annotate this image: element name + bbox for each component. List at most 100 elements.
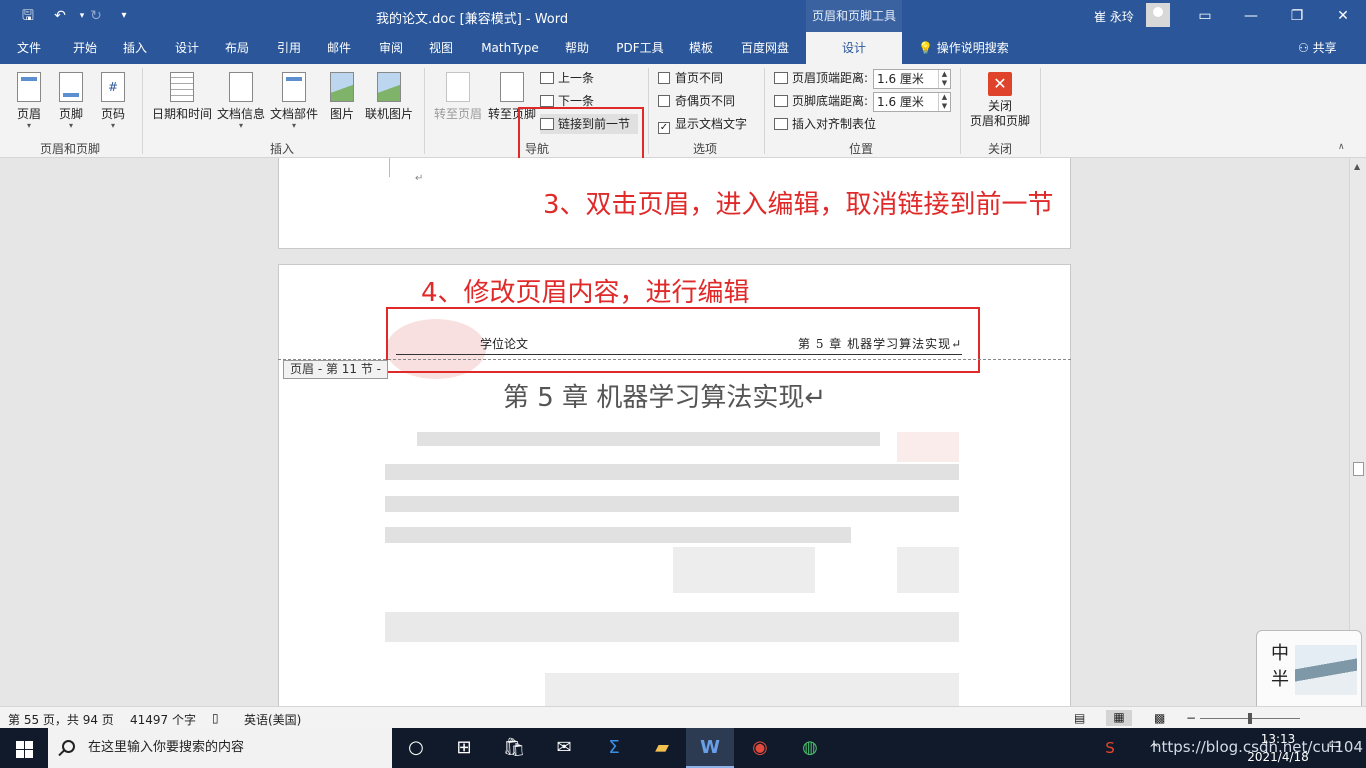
alignment-tab-icon [774, 118, 788, 130]
group-label-position: 位置 [848, 142, 873, 156]
tab-templates[interactable]: 模板 [676, 32, 726, 64]
go-to-footer-icon [500, 72, 524, 102]
web-layout-icon[interactable]: ▩ [1154, 711, 1165, 725]
different-first-page-checkbox[interactable]: 首页不同 [658, 68, 723, 88]
tab-file[interactable]: 文件 [4, 32, 54, 64]
avatar[interactable] [1146, 3, 1170, 27]
language[interactable]: 英语(美国) [244, 711, 301, 728]
show-document-text-checkbox[interactable]: ✓ 显示文档文字 [658, 114, 747, 134]
word-app-icon[interactable]: W [686, 728, 734, 768]
save-icon[interactable]: 🖫 [16, 5, 40, 27]
tab-mailings[interactable]: 邮件 [314, 32, 364, 64]
tab-baidu-netdisk[interactable]: 百度网盘 [732, 32, 798, 64]
taskbar: 在这里输入你要搜索的内容 ○ ⊞ 🛍 ✉ Σ ▰ W ◉ ◍ S ^ https… [0, 728, 1366, 768]
tab-view[interactable]: 视图 [416, 32, 466, 64]
lightbulb-icon: 💡 [918, 41, 937, 55]
blurred-highlight [897, 432, 959, 462]
sogou-input-icon[interactable]: S [1090, 728, 1130, 768]
document-info-button[interactable]: 文档信息 ▾ [216, 72, 266, 130]
page-number-button[interactable]: # 页码 ▾ [96, 72, 130, 130]
header-position-icon [774, 72, 788, 84]
go-to-header-icon [446, 72, 470, 102]
minimize-icon[interactable]: — [1228, 0, 1274, 32]
quick-parts-icon [282, 72, 306, 102]
close-icon[interactable]: ✕ [1320, 0, 1366, 32]
previous-button[interactable]: 上一条 [540, 68, 594, 88]
share-button[interactable]: ⚇ 共享 [1298, 32, 1337, 64]
mail-icon[interactable]: ✉ [540, 728, 588, 768]
header-top-distance-input[interactable]: 1.6 厘米 ▲ ▼ [873, 69, 951, 89]
chapter-heading[interactable]: 第 5 章 机器学习算法实现↵ [503, 377, 826, 414]
cortana-icon[interactable]: ○ [392, 728, 440, 768]
user-name[interactable]: 崔 永玲 [1094, 8, 1134, 25]
tab-pdf-tools[interactable]: PDF工具 [608, 32, 672, 64]
print-layout-icon[interactable]: ▦ [1106, 710, 1132, 726]
different-odd-even-checkbox[interactable]: 奇偶页不同 [658, 91, 735, 111]
tab-header-footer-design[interactable]: 设计 [806, 32, 902, 64]
blurred-formula [897, 547, 959, 593]
header-boundary-line [278, 359, 1071, 360]
restore-icon[interactable]: ❐ [1274, 0, 1320, 32]
date-time-button[interactable]: 日期和时间 [150, 72, 214, 122]
tab-home[interactable]: 开始 [60, 32, 110, 64]
collapse-ribbon-icon[interactable]: ∧ [1338, 142, 1345, 152]
store-icon[interactable]: 🛍 [490, 728, 538, 768]
system-clock[interactable]: 13:13 2021/4/18 [1246, 730, 1310, 766]
blurred-text-line [385, 464, 959, 480]
group-label-insert: 插入 [269, 142, 294, 156]
zoom-slider-handle[interactable] [1248, 713, 1252, 724]
footer-bottom-distance-input[interactable]: 1.6 厘米 ▲ ▼ [873, 92, 951, 112]
tab-design[interactable]: 设计 [162, 32, 212, 64]
file-explorer-icon[interactable]: ▰ [638, 728, 686, 768]
close-x-icon: ✕ [988, 72, 1012, 96]
header-icon [17, 72, 41, 102]
read-mode-icon[interactable]: ▤ [1074, 711, 1085, 725]
mathtype-sigma-icon[interactable]: Σ [590, 728, 638, 768]
tab-insert[interactable]: 插入 [110, 32, 160, 64]
wechat-icon[interactable]: ◍ [786, 728, 834, 768]
word-count[interactable]: 41497 个字 [130, 711, 196, 728]
page-count[interactable]: 第 55 页，共 94 页 [8, 711, 114, 728]
redo-icon[interactable]: ↻ [84, 5, 108, 27]
ribbon-display-options-icon[interactable]: ▭ [1182, 0, 1228, 32]
tell-me-search[interactable]: 💡 操作说明搜索 [918, 32, 1009, 64]
header-section-tag: 页眉 - 第 11 节 - [283, 360, 389, 379]
insert-alignment-tab-button[interactable]: 插入对齐制表位 [774, 114, 876, 134]
go-to-header-button[interactable]: 转至页眉 [432, 72, 484, 122]
footer-button[interactable]: 页脚 ▾ [54, 72, 88, 130]
close-header-footer-button[interactable]: ✕ 关闭 页眉和页脚 [966, 72, 1034, 129]
online-picture-button[interactable]: 联机图片 [362, 72, 416, 122]
quick-parts-button[interactable]: 文档部件 ▾ [268, 72, 320, 130]
margin-corner-mark [389, 158, 390, 177]
proofing-icon[interactable]: ▯ [212, 711, 219, 725]
scroll-thumb[interactable] [1353, 462, 1364, 476]
chrome-icon[interactable]: ◉ [736, 728, 784, 768]
page-number-icon: # [101, 72, 125, 102]
ribbon: 页眉 ▾ 页脚 ▾ # 页码 ▾ 页眉和页脚 日期和时间 文档信息 ▾ 文档部件 ▾ 图片 … [0, 64, 1366, 158]
notification-icon[interactable]: ▭ [1324, 736, 1346, 758]
group-divider [142, 68, 143, 154]
tab-references[interactable]: 引用 [264, 32, 314, 64]
scroll-up-icon[interactable]: ▲ [1354, 162, 1360, 171]
tab-help[interactable]: 帮助 [552, 32, 602, 64]
taskbar-search-box[interactable]: 在这里输入你要搜索的内容 [48, 728, 392, 768]
document-area[interactable]: ↵ 3、双击页眉，进入编辑，取消链接到前一节 4、修改页眉内容，进行编辑 学位论… [0, 158, 1366, 706]
blurred-text-line [385, 612, 959, 642]
tab-review[interactable]: 审阅 [366, 32, 416, 64]
zoom-out-icon[interactable]: − [1186, 711, 1196, 725]
windows-start-icon[interactable] [0, 728, 48, 768]
annotation-step-4: 4、修改页眉内容，进行编辑 [421, 278, 750, 308]
header-top-distance-label: 页眉顶端距离: [774, 68, 868, 88]
vertical-scrollbar[interactable]: ▲ ▼ [1349, 158, 1366, 706]
spinner-arrows-icon[interactable]: ▲ ▼ [938, 70, 950, 88]
tab-layout[interactable]: 布局 [212, 32, 262, 64]
next-icon [540, 95, 554, 107]
group-divider [960, 68, 961, 154]
spinner-arrows-icon[interactable]: ▲ ▼ [938, 93, 950, 111]
task-view-icon[interactable]: ⊞ [440, 728, 488, 768]
customize-quick-access-icon[interactable]: ▾ [112, 5, 136, 27]
tab-mathtype[interactable]: MathType [474, 32, 546, 64]
header-button[interactable]: 页眉 ▾ [12, 72, 46, 130]
undo-icon[interactable]: ↶ [48, 5, 72, 27]
picture-button[interactable]: 图片 [326, 72, 358, 122]
